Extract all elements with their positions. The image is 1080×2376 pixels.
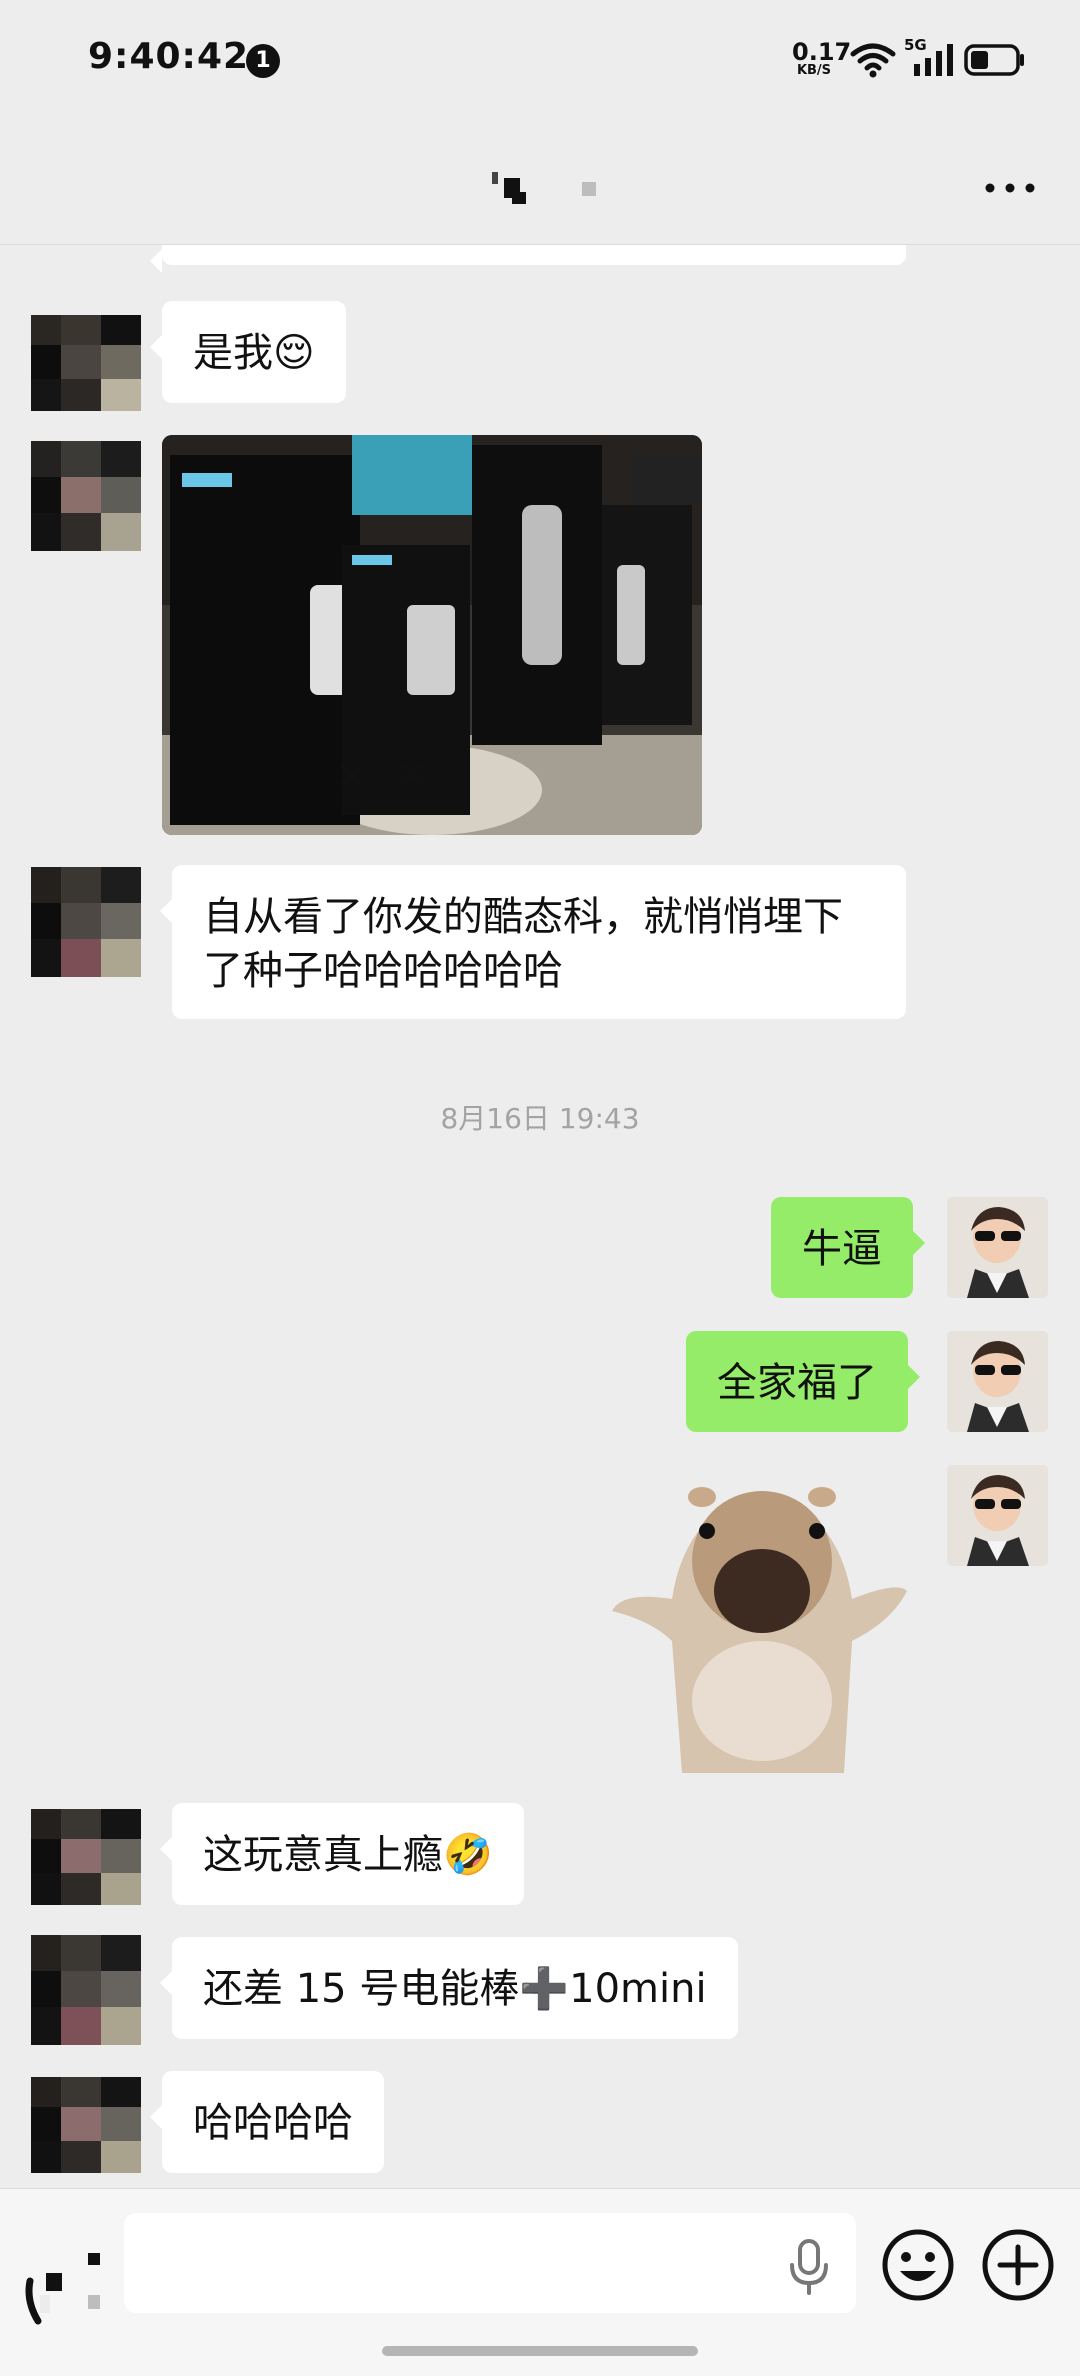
voice-toggle-icon[interactable] [22,2251,114,2331]
home-indicator[interactable] [382,2346,698,2356]
status-bar: 9:40:42 1 0.17 KB/S 5G [0,0,1080,120]
message-input[interactable] [124,2213,856,2313]
chat-header [0,120,1080,245]
chat-screen: 9:40:42 1 0.17 KB/S 5G 是我😌 自从看了你发的酷态科，就悄… [0,0,1080,2376]
message-bubble[interactable]: 这玩意真上瘾🤣 [160,1803,524,1905]
contact-name-redacted [492,172,596,204]
message-text: 全家福了 [717,1360,877,1406]
message-timestamp: 8月16日 19:43 [440,1102,640,1135]
microphone-icon[interactable] [786,2239,832,2295]
my-avatar[interactable] [947,1197,1048,1298]
wifi-icon [850,43,896,78]
contact-avatar[interactable] [31,2077,141,2173]
cellular-signal-icon: 5G [904,36,960,80]
contact-avatar[interactable] [31,1809,141,1905]
message-text: 是我😌 [193,330,315,376]
emoji-icon[interactable] [880,2227,956,2303]
notification-count-badge: 1 [246,44,280,78]
message-text: 还差 15 号电能棒➕10mini [203,1966,707,2012]
network-speed-value: 0.17 [792,38,852,66]
message-bubble[interactable]: 哈哈哈哈 [150,2071,384,2173]
more-dots-icon[interactable] [980,168,1040,208]
message-list[interactable]: 是我😌 自从看了你发的酷态科，就悄悄埋下了种子哈哈哈哈哈哈 8月16日 19:4… [0,245,1080,2189]
message-bubble[interactable]: 是我😌 [150,301,346,403]
message-bubble-outgoing[interactable]: 牛逼 [771,1197,925,1298]
my-avatar[interactable] [947,1465,1048,1566]
my-avatar[interactable] [947,1331,1048,1432]
message-bubble[interactable]: 自从看了你发的酷态科，就悄悄埋下了种子哈哈哈哈哈哈 [160,865,906,1019]
network-speed-unit: KB/S [796,63,832,78]
network-speed: 0.17 KB/S [792,38,852,78]
battery-icon [964,44,1024,76]
contact-avatar[interactable] [31,315,141,411]
message-text: 自从看了你发的酷态科，就悄悄埋下了种子哈哈哈哈哈哈 [203,894,843,994]
message-text: 牛逼 [802,1226,882,1272]
message-text: 哈哈哈哈 [193,2100,353,2146]
message-bubble-outgoing[interactable]: 全家福了 [686,1331,920,1432]
status-time: 9:40:42 [88,36,250,77]
signal-bars-icon [914,44,953,76]
message-bubble[interactable]: 还差 15 号电能棒➕10mini [160,1937,738,2039]
contact-avatar[interactable] [31,867,141,977]
message-text: 这玩意真上瘾🤣 [203,1832,493,1878]
product-photo-image [162,435,702,835]
contact-avatar[interactable] [31,1935,141,2045]
contact-avatar[interactable] [31,441,141,551]
hamster-sticker[interactable] [612,1471,912,1773]
message-image[interactable] [162,435,702,835]
plus-icon[interactable] [980,2227,1056,2303]
message-bubble-partial[interactable] [150,245,906,273]
